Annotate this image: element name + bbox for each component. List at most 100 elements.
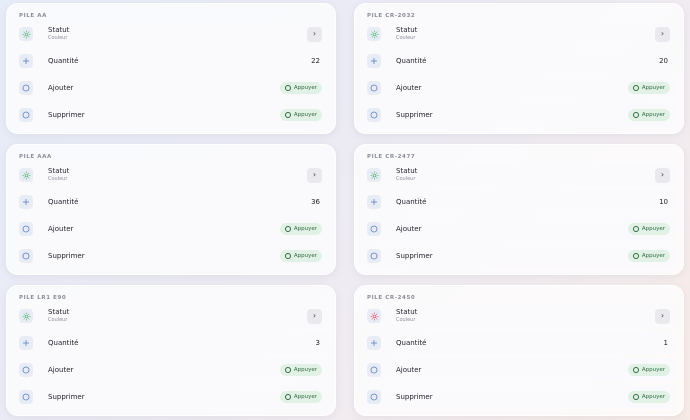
quantity-row: Quantité 36 bbox=[14, 190, 328, 214]
card-title: PILE CR-2032 bbox=[367, 13, 416, 19]
card-title: PILE AAA bbox=[19, 154, 52, 160]
press-label: Appuyer bbox=[293, 367, 317, 373]
card-pile-aaa: PILE AAA Statut Couleur › Quantité 36 Ajo… bbox=[6, 144, 336, 275]
card-pile-cr-2450: PILE CR-2450 Statut Couleur › Quantité 1 … bbox=[354, 285, 684, 416]
press-label: Appuyer bbox=[641, 112, 665, 118]
status-row[interactable]: Statut Couleur › bbox=[14, 22, 328, 46]
add-label: Ajouter bbox=[396, 365, 422, 374]
remove-press-button[interactable]: Appuyer bbox=[279, 391, 322, 403]
status-sub: Couleur bbox=[48, 35, 68, 41]
quantity-row: Quantité 1 bbox=[362, 331, 676, 355]
ring-icon bbox=[284, 85, 291, 91]
add-row: Ajouter Appuyer bbox=[14, 76, 328, 100]
quantity-label: Quantité bbox=[396, 338, 427, 347]
remove-press-button[interactable]: Appuyer bbox=[627, 391, 670, 403]
plus-icon bbox=[19, 195, 33, 209]
card-title: PILE CR-2450 bbox=[367, 295, 416, 301]
ring-icon bbox=[632, 253, 639, 259]
remove-row: Supprimer Appuyer bbox=[362, 244, 676, 268]
add-press-button[interactable]: Appuyer bbox=[279, 364, 322, 376]
ring-icon bbox=[284, 394, 291, 400]
status-row[interactable]: Statut Couleur › bbox=[362, 22, 676, 46]
add-row: Ajouter Appuyer bbox=[362, 358, 676, 382]
remove-press-button[interactable]: Appuyer bbox=[627, 109, 670, 121]
circle-icon bbox=[19, 222, 33, 236]
ring-icon bbox=[284, 253, 291, 259]
status-row[interactable]: Statut Couleur › bbox=[362, 304, 676, 328]
ring-icon bbox=[284, 112, 291, 118]
press-label: Appuyer bbox=[293, 85, 317, 91]
remove-label: Supprimer bbox=[48, 392, 85, 401]
add-press-button[interactable]: Appuyer bbox=[627, 82, 670, 94]
status-sub: Couleur bbox=[396, 317, 416, 323]
status-row[interactable]: Statut Couleur › bbox=[14, 304, 328, 328]
press-label: Appuyer bbox=[293, 226, 317, 232]
circle-icon bbox=[19, 363, 33, 377]
add-press-button[interactable]: Appuyer bbox=[627, 223, 670, 235]
plus-icon bbox=[367, 336, 381, 350]
ring-icon bbox=[632, 394, 639, 400]
quantity-row: Quantité 10 bbox=[362, 190, 676, 214]
add-label: Ajouter bbox=[48, 83, 74, 92]
press-label: Appuyer bbox=[641, 367, 665, 373]
status-label: Statut bbox=[48, 26, 70, 34]
sun-icon bbox=[19, 309, 33, 323]
remove-row: Supprimer Appuyer bbox=[362, 103, 676, 127]
ring-icon bbox=[632, 112, 639, 118]
sun-icon bbox=[367, 27, 381, 41]
remove-press-button[interactable]: Appuyer bbox=[279, 109, 322, 121]
remove-row: Supprimer Appuyer bbox=[362, 385, 676, 409]
press-label: Appuyer bbox=[293, 112, 317, 118]
status-sub: Couleur bbox=[396, 176, 416, 182]
card-title: PILE LR1 E90 bbox=[19, 295, 67, 301]
sun-icon bbox=[367, 168, 381, 182]
battery-dashboard: PILE AA Statut Couleur › Quantité 22 Ajou… bbox=[0, 0, 690, 420]
status-label: Statut bbox=[396, 167, 418, 175]
status-label: Statut bbox=[396, 26, 418, 34]
add-row: Ajouter Appuyer bbox=[14, 217, 328, 241]
remove-row: Supprimer Appuyer bbox=[14, 103, 328, 127]
status-row[interactable]: Statut Couleur › bbox=[14, 163, 328, 187]
quantity-row: Quantité 3 bbox=[14, 331, 328, 355]
card-pile-cr-2477: PILE CR-2477 Statut Couleur › Quantité 10… bbox=[354, 144, 684, 275]
quantity-value: 10 bbox=[659, 198, 668, 206]
sun-icon bbox=[19, 27, 33, 41]
press-label: Appuyer bbox=[641, 85, 665, 91]
press-label: Appuyer bbox=[641, 253, 665, 259]
status-row[interactable]: Statut Couleur › bbox=[362, 163, 676, 187]
chevron-right-icon[interactable]: › bbox=[655, 308, 670, 324]
press-label: Appuyer bbox=[641, 394, 665, 400]
circle-icon bbox=[367, 249, 381, 263]
chevron-right-icon[interactable]: › bbox=[655, 26, 670, 42]
ring-icon bbox=[632, 367, 639, 373]
quantity-row: Quantité 20 bbox=[362, 49, 676, 73]
status-sub: Couleur bbox=[48, 317, 68, 323]
circle-icon bbox=[19, 81, 33, 95]
plus-icon bbox=[367, 195, 381, 209]
remove-label: Supprimer bbox=[396, 392, 433, 401]
card-title: PILE AA bbox=[19, 13, 47, 19]
quantity-value: 36 bbox=[311, 198, 320, 206]
press-label: Appuyer bbox=[293, 253, 317, 259]
ring-icon bbox=[632, 85, 639, 91]
card-pile-aa: PILE AA Statut Couleur › Quantité 22 Ajou… bbox=[6, 3, 336, 134]
add-press-button[interactable]: Appuyer bbox=[627, 364, 670, 376]
add-press-button[interactable]: Appuyer bbox=[279, 223, 322, 235]
remove-press-button[interactable]: Appuyer bbox=[627, 250, 670, 262]
card-pile-cr-2032: PILE CR-2032 Statut Couleur › Quantité 20… bbox=[354, 3, 684, 134]
quantity-row: Quantité 22 bbox=[14, 49, 328, 73]
add-press-button[interactable]: Appuyer bbox=[279, 82, 322, 94]
chevron-right-icon[interactable]: › bbox=[307, 167, 322, 183]
chevron-right-icon[interactable]: › bbox=[655, 167, 670, 183]
card-title: PILE CR-2477 bbox=[367, 154, 416, 160]
plus-icon bbox=[19, 54, 33, 68]
card-pile-lr1-e90: PILE LR1 E90 Statut Couleur › Quantité 3 … bbox=[6, 285, 336, 416]
quantity-label: Quantité bbox=[48, 197, 79, 206]
chevron-right-icon[interactable]: › bbox=[307, 26, 322, 42]
chevron-right-icon[interactable]: › bbox=[307, 308, 322, 324]
remove-press-button[interactable]: Appuyer bbox=[279, 250, 322, 262]
add-label: Ajouter bbox=[48, 224, 74, 233]
quantity-value: 1 bbox=[663, 339, 668, 347]
press-label: Appuyer bbox=[641, 226, 665, 232]
add-label: Ajouter bbox=[396, 83, 422, 92]
